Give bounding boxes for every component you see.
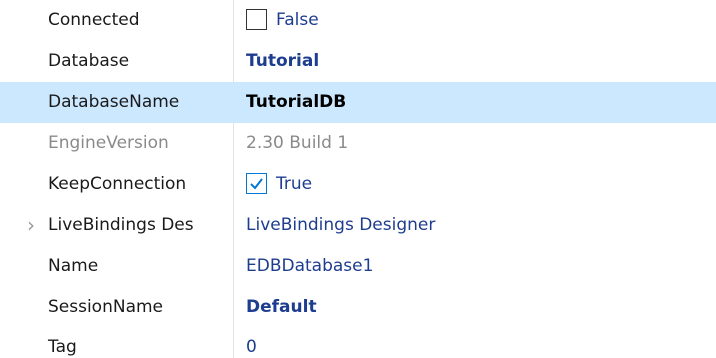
property-value-cell[interactable]: LiveBindings Designer (234, 205, 716, 246)
property-row-engineversion[interactable]: EngineVersion 2.30 Build 1 (0, 123, 716, 164)
property-name-cell[interactable]: Connected (0, 0, 233, 41)
property-value-cell[interactable]: 0 (234, 328, 716, 358)
property-row-tag[interactable]: Tag 0 (0, 328, 716, 358)
property-name-cell[interactable]: SessionName (0, 287, 233, 328)
property-name-cell[interactable]: DatabaseName (0, 82, 233, 123)
property-name: SessionName (48, 297, 164, 317)
property-value: Default (246, 297, 317, 317)
property-name: KeepConnection (48, 174, 187, 194)
connected-checkbox[interactable] (246, 9, 267, 30)
property-name: DatabaseName (48, 92, 180, 112)
property-value: 0 (246, 337, 257, 357)
object-inspector-property-grid: Connected False Database Tutorial Databa… (0, 0, 716, 358)
property-row-databasename[interactable]: DatabaseName TutorialDB (0, 82, 716, 123)
property-value: EDBDatabase1 (246, 256, 374, 276)
chevron-right-icon[interactable]: › (22, 205, 40, 246)
property-name-cell[interactable]: EngineVersion (0, 123, 233, 164)
property-value-cell[interactable]: Default (234, 287, 716, 328)
checkmark-icon (250, 178, 263, 190)
property-value-cell[interactable]: True (234, 164, 716, 205)
property-value: 2.30 Build 1 (246, 133, 349, 153)
property-name-cell[interactable]: Tag (0, 328, 233, 358)
property-value: LiveBindings Designer (246, 215, 436, 235)
property-name: LiveBindings Des (48, 215, 194, 235)
property-name: Name (48, 256, 99, 276)
property-row-livebindings-designer[interactable]: › LiveBindings Des LiveBindings Designer (0, 205, 716, 246)
property-name: Connected (48, 10, 140, 30)
property-name-cell[interactable]: KeepConnection (0, 164, 233, 205)
property-value: Tutorial (246, 51, 320, 71)
property-row-keepconnection[interactable]: KeepConnection True (0, 164, 716, 205)
property-value: False (276, 10, 319, 30)
property-value: True (276, 174, 313, 194)
property-row-sessionname[interactable]: SessionName Default (0, 287, 716, 328)
property-name-cell[interactable]: Database (0, 41, 233, 82)
property-row-database[interactable]: Database Tutorial (0, 41, 716, 82)
property-value: TutorialDB (246, 92, 347, 112)
property-value-cell: 2.30 Build 1 (234, 123, 716, 164)
property-name-cell[interactable]: Name (0, 246, 233, 287)
property-value-cell[interactable]: Tutorial (234, 41, 716, 82)
property-value-cell[interactable]: EDBDatabase1 (234, 246, 716, 287)
property-row-name[interactable]: Name EDBDatabase1 (0, 246, 716, 287)
keepconnection-checkbox[interactable] (246, 173, 267, 194)
property-row-connected[interactable]: Connected False (0, 0, 716, 41)
property-name: Database (48, 51, 130, 71)
property-name: EngineVersion (48, 133, 169, 153)
property-value-cell[interactable]: False (234, 0, 716, 41)
property-value-cell[interactable]: TutorialDB (234, 82, 716, 123)
property-name-cell[interactable]: › LiveBindings Des (0, 205, 233, 246)
property-name: Tag (48, 337, 77, 357)
